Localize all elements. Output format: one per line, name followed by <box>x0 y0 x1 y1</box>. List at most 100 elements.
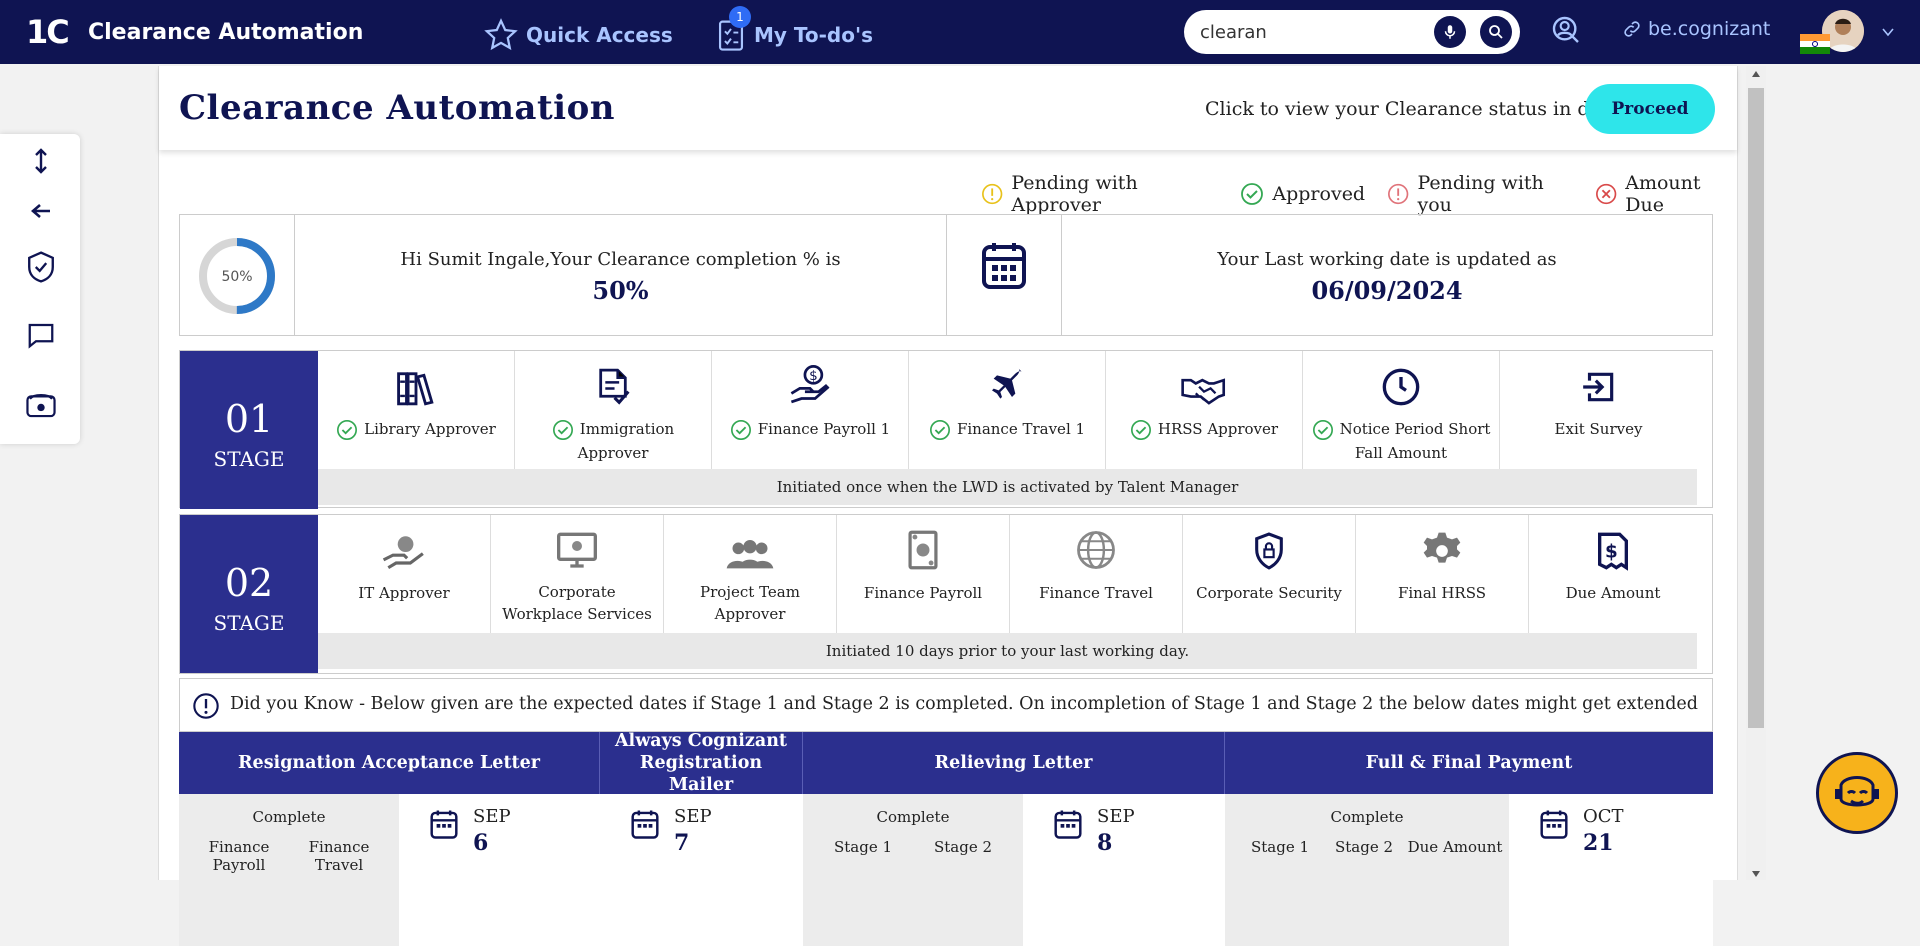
requirement-label: Stage 1 <box>833 838 893 856</box>
stage-item-label: Notice Period Short Fall Amount <box>1339 420 1491 462</box>
approved-icon <box>929 420 950 440</box>
search-box <box>1184 10 1520 54</box>
info-icon <box>193 693 219 719</box>
pending-you-icon <box>1388 183 1409 205</box>
doc-header-registration-mailer: Always Cognizant Registration Mailer <box>600 731 803 795</box>
page-scrollbar[interactable] <box>1746 66 1766 880</box>
stage-2-label: 02 STAGE <box>180 515 318 673</box>
checklist-icon: 1 <box>716 6 751 52</box>
money-hand-icon: $ <box>790 365 830 404</box>
stage-item-label: Finance Travel 1 <box>956 420 1086 438</box>
chevron-down-icon[interactable] <box>1880 24 1896 44</box>
profile-search-button[interactable] <box>1550 14 1582 46</box>
stage-item-notice-period[interactable]: Notice Period Short Fall Amount <box>1303 351 1500 469</box>
shield-lock-icon <box>1255 532 1283 570</box>
globe-icon <box>1077 531 1115 569</box>
left-sidebar <box>0 134 80 444</box>
be-cognizant-label: be.cognizant <box>1648 18 1771 40</box>
be-cognizant-link[interactable]: be.cognizant <box>1622 18 1770 40</box>
proceed-button[interactable]: Proceed <box>1585 84 1715 134</box>
completion-cell: Hi Sumit Ingale,Your Clearance completio… <box>295 215 947 335</box>
legend-label: Amount Due <box>1625 172 1701 216</box>
requirement-label: Finance Payroll <box>208 838 270 874</box>
requirement-label: Finance Travel <box>308 838 370 874</box>
requirement-label: Stage 2 <box>1334 838 1394 856</box>
resignation-complete-requirements: Complete Finance Payroll Finance Travel <box>179 794 399 946</box>
progress-ring-cell: 50% <box>180 215 295 335</box>
app-title[interactable]: Clearance Automation <box>88 20 363 45</box>
stage-item-label: Library Approver <box>364 420 496 438</box>
requirement-label: Stage 1 <box>1250 838 1310 856</box>
chat-icon[interactable] <box>24 318 58 352</box>
stage-item-label: Final HRSS <box>1397 584 1487 602</box>
todo-count-badge: 1 <box>729 6 751 28</box>
chatbot-button[interactable] <box>1816 752 1898 834</box>
stage-item-finance-travel[interactable]: Finance Travel <box>1010 515 1183 633</box>
main-panel: Clearance Automation Click to view your … <box>158 66 1738 946</box>
stage-item-label: Corporate Security <box>1196 584 1342 602</box>
resignation-date: SEP 6 <box>399 794 600 946</box>
stage-item-due-amount[interactable]: $ Due Amount <box>1529 515 1697 633</box>
detail-prompt: Click to view your Clearance status in d… <box>1205 98 1632 120</box>
approved-icon <box>1312 420 1333 440</box>
search-button[interactable] <box>1480 16 1512 48</box>
document-check-icon <box>599 368 630 405</box>
stage-item-finance-travel-1[interactable]: Finance Travel 1 <box>909 351 1106 469</box>
app-logo[interactable]: 1C <box>26 13 70 51</box>
calendar-icon <box>1054 810 1082 839</box>
calendar-cell <box>947 215 1062 335</box>
status-legend: Pending with Approver Approved Pending w… <box>981 172 1737 216</box>
final-payment-date: OCT 21 <box>1509 794 1713 946</box>
scroll-down-icon[interactable] <box>1751 870 1761 878</box>
legend-amount-due: Amount Due <box>1595 172 1737 216</box>
stage-item-corporate-workplace[interactable]: Corporate Workplace Services <box>491 515 664 633</box>
gear-icon <box>1423 532 1461 563</box>
shield-check-icon[interactable] <box>24 250 58 284</box>
legend-label: Pending with Approver <box>1011 172 1138 216</box>
back-arrow-icon[interactable] <box>24 194 58 228</box>
approved-icon <box>337 420 358 440</box>
page-header: Clearance Automation Click to view your … <box>159 66 1737 150</box>
quick-access-link[interactable]: Quick Access <box>484 18 673 52</box>
stage-item-exit-survey[interactable]: Exit Survey <box>1500 351 1697 469</box>
microphone-icon <box>1444 25 1456 39</box>
calendar-icon <box>1540 810 1568 839</box>
expand-vertical-icon[interactable] <box>24 144 58 178</box>
doc-header-relieving-letter: Relieving Letter <box>803 732 1225 794</box>
stage-item-final-hrss[interactable]: Final HRSS <box>1356 515 1529 633</box>
link-icon <box>1624 21 1640 37</box>
legend-label: Pending with you <box>1417 172 1544 216</box>
voice-search-button[interactable] <box>1434 16 1466 48</box>
lwd-date: 06/09/2024 <box>1311 276 1463 305</box>
todos-link[interactable]: 1 My To-do's <box>716 6 873 52</box>
relieving-date: SEP 8 <box>1023 794 1225 946</box>
requirement-label: Due Amount <box>1407 838 1503 856</box>
stage-item-it-approver[interactable]: IT Approver <box>318 515 491 633</box>
legend-label: Approved <box>1272 183 1366 205</box>
did-you-know-text: Did you Know - Below given are the expec… <box>230 694 1698 714</box>
stage-1-label: 01 STAGE <box>180 351 318 509</box>
stage-item-corporate-security[interactable]: Corporate Security <box>1183 515 1356 633</box>
stage-item-hrss-approver[interactable]: HRSS Approver <box>1106 351 1303 469</box>
progress-label: 50% <box>221 269 252 285</box>
exit-icon <box>1582 372 1613 402</box>
stage-item-project-team[interactable]: Project Team Approver <box>664 515 837 633</box>
stage-item-library-approver[interactable]: Library Approver <box>318 351 515 469</box>
invoice-dollar-icon: $ <box>1598 532 1628 571</box>
clearance-status-row: 50% Hi Sumit Ingale,Your Clearance compl… <box>179 214 1713 336</box>
clock-icon <box>1382 368 1420 406</box>
svg-text:$: $ <box>809 368 818 384</box>
stage-item-finance-payroll-1[interactable]: $ Finance Payroll 1 <box>712 351 909 469</box>
date-day: 8 <box>1097 830 1113 856</box>
date-day: 7 <box>674 830 690 856</box>
stage-item-finance-payroll[interactable]: Finance Payroll <box>837 515 1010 633</box>
search-input[interactable] <box>1198 21 1422 44</box>
scrollbar-thumb[interactable] <box>1748 88 1764 728</box>
registration-mailer-date: SEP 7 <box>600 794 803 946</box>
date-month: SEP <box>1097 806 1135 827</box>
phone-support-icon[interactable] <box>24 388 58 422</box>
did-you-know-banner: Did you Know - Below given are the expec… <box>179 678 1713 732</box>
scroll-up-icon[interactable] <box>1751 70 1761 78</box>
stage-1-note: Initiated once when the LWD is activated… <box>318 469 1697 505</box>
stage-item-immigration-approver[interactable]: Immigration Approver <box>515 351 712 469</box>
